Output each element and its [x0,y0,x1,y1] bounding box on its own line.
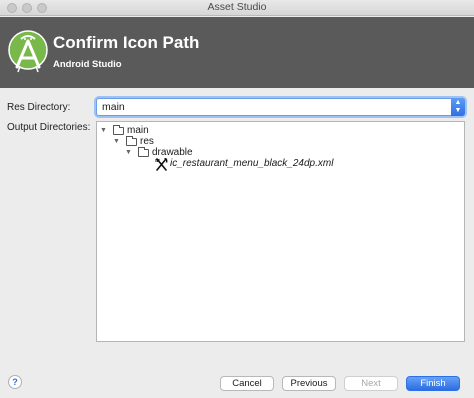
folder-icon [113,125,124,135]
wizard-header: Confirm Icon Path Android Studio [0,17,474,88]
page-title: Confirm Icon Path [53,33,200,52]
restaurant-menu-icon [155,158,168,171]
finish-button[interactable]: Finish [406,376,460,391]
expand-triangle-icon[interactable]: ▼ [100,127,107,134]
tree-item-label: main [127,125,149,136]
title-bar: Asset Studio [0,0,474,16]
res-directory-value: main [102,101,125,113]
tree-item-label: res [140,136,154,147]
expand-triangle-icon[interactable]: ▼ [125,149,132,156]
tree-item-label: drawable [152,147,193,158]
asset-studio-window: Asset Studio Confirm Icon Path Android S… [0,0,474,398]
output-directories-label: Output Directories: [7,122,91,133]
expand-triangle-icon[interactable]: ▼ [113,138,120,145]
res-directory-label: Res Directory: [7,102,71,113]
output-directories-tree[interactable]: ▼ main ▼ res ▼ drawable ic_restaurant_me… [96,121,465,342]
window-title: Asset Studio [207,1,267,13]
folder-icon [126,136,137,146]
cancel-button[interactable]: Cancel [220,376,274,391]
page-subtitle: Android Studio [53,59,122,70]
tree-item-label: ic_restaurant_menu_black_24dp.xml [170,158,334,169]
next-button[interactable]: Next [344,376,398,391]
select-stepper-icon[interactable]: ▲ ▼ [451,98,465,116]
folder-icon [138,147,149,157]
res-directory-select[interactable]: main ▲ ▼ [96,98,465,116]
help-button[interactable]: ? [8,375,22,389]
android-studio-logo-icon [8,30,48,73]
previous-button[interactable]: Previous [282,376,336,391]
